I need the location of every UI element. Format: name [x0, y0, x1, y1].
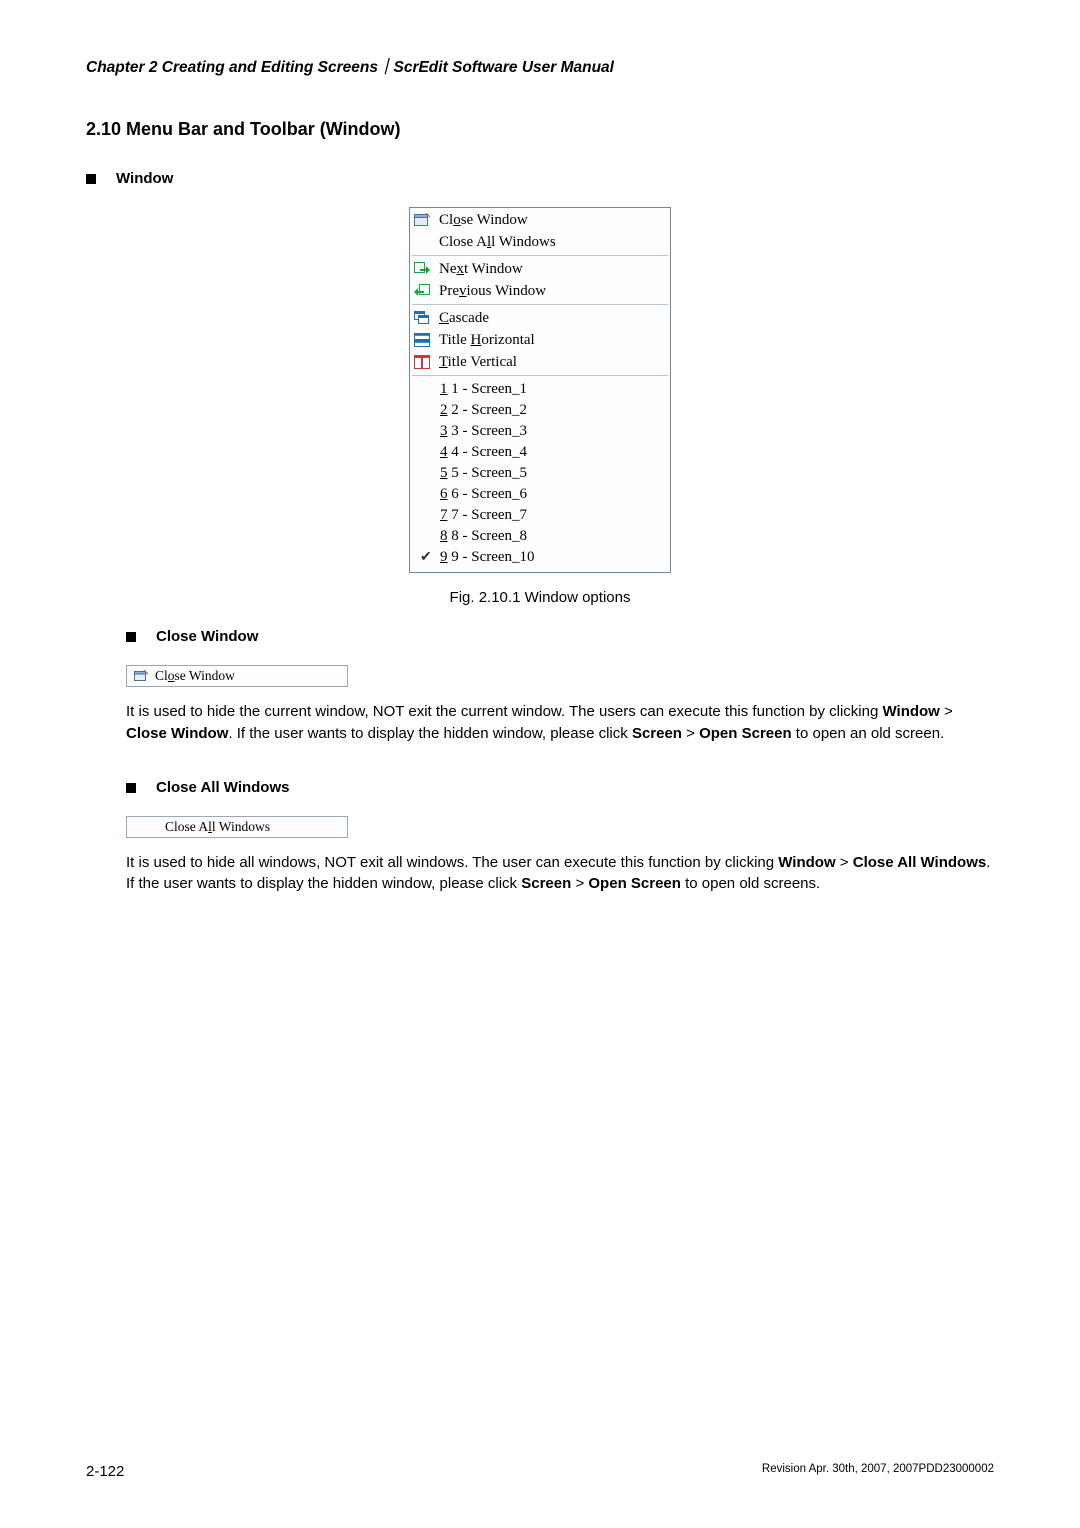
close-window-body: It is used to hide the current window, N… — [126, 701, 994, 745]
screen-item[interactable]: ✔9 9 - Screen_10 — [410, 547, 670, 568]
revision-text: Revision Apr. 30th, 2007, 2007PDD2300000… — [762, 1463, 994, 1480]
screen-item[interactable]: 6 6 - Screen_6 — [410, 484, 670, 505]
menu-item-next-window[interactable]: Next Window — [410, 258, 670, 280]
figure-caption: Fig. 2.10.1 Window options — [86, 589, 994, 606]
menu-item-prev-window[interactable]: Previous Window — [410, 280, 670, 302]
menu-label: Cascade — [439, 310, 489, 327]
blank-icon — [133, 820, 159, 834]
menu-item-tile-horizontal[interactable]: Title Horizontal — [410, 329, 670, 351]
screen-item[interactable]: 3 3 - Screen_3 — [410, 421, 670, 442]
menu-label: Close All Windows — [439, 234, 556, 251]
page-number: 2-122 — [86, 1463, 124, 1480]
menu-label: Previous Window — [439, 283, 546, 300]
divider — [412, 255, 668, 256]
divider — [412, 375, 668, 376]
cascade-icon — [413, 310, 431, 326]
window-menu: Close Window Close All Windows Next Wind… — [409, 207, 671, 573]
menu-label: Title Vertical — [439, 354, 517, 371]
close-window-icon — [133, 669, 149, 683]
next-window-icon — [413, 261, 431, 277]
bullet-icon — [126, 632, 136, 642]
menu-label: Next Window — [439, 261, 523, 278]
menu-item-close-window[interactable]: Close Window — [410, 209, 670, 231]
screen-item[interactable]: 8 8 - Screen_8 — [410, 526, 670, 547]
close-all-body: It is used to hide all windows, NOT exit… — [126, 852, 994, 896]
screen-item[interactable]: 5 5 - Screen_5 — [410, 463, 670, 484]
screen-item[interactable]: 2 2 - Screen_2 — [410, 400, 670, 421]
section-title: 2.10 Menu Bar and Toolbar (Window) — [86, 119, 994, 140]
bullet-icon — [126, 783, 136, 793]
screen-item[interactable]: 7 7 - Screen_7 — [410, 505, 670, 526]
menu-item-tile-vertical[interactable]: Title Vertical — [410, 351, 670, 373]
menu-label: Close Window — [439, 212, 528, 229]
subsection-title-close-window: Close Window — [156, 628, 258, 645]
menu-label: Title Horizontal — [439, 332, 535, 349]
menu-item-close-all[interactable]: Close All Windows — [410, 231, 670, 253]
blank-icon — [413, 234, 431, 250]
menu-item-cascade[interactable]: Cascade — [410, 307, 670, 329]
subsection-title-close-all: Close All Windows — [156, 779, 289, 796]
tile-vertical-icon — [413, 354, 431, 370]
screen-item[interactable]: 4 4 - Screen_4 — [410, 442, 670, 463]
close-window-icon — [413, 212, 431, 228]
mini-panel-close-all[interactable]: Close All Windows — [126, 816, 348, 838]
mini-panel-label: Close Window — [155, 668, 235, 684]
window-heading: Window — [116, 170, 173, 187]
screen-item[interactable]: 1 1 - Screen_1 — [410, 379, 670, 400]
breadcrumb: Chapter 2 Creating and Editing Screens｜S… — [86, 55, 994, 77]
mini-panel-close-window[interactable]: Close Window — [126, 665, 348, 687]
prev-window-icon — [413, 283, 431, 299]
bullet-icon — [86, 174, 96, 184]
tile-horizontal-icon — [413, 332, 431, 348]
mini-panel-label: Close All Windows — [165, 819, 270, 835]
footer: 2-122 Revision Apr. 30th, 2007, 2007PDD2… — [86, 1463, 994, 1480]
divider — [412, 304, 668, 305]
